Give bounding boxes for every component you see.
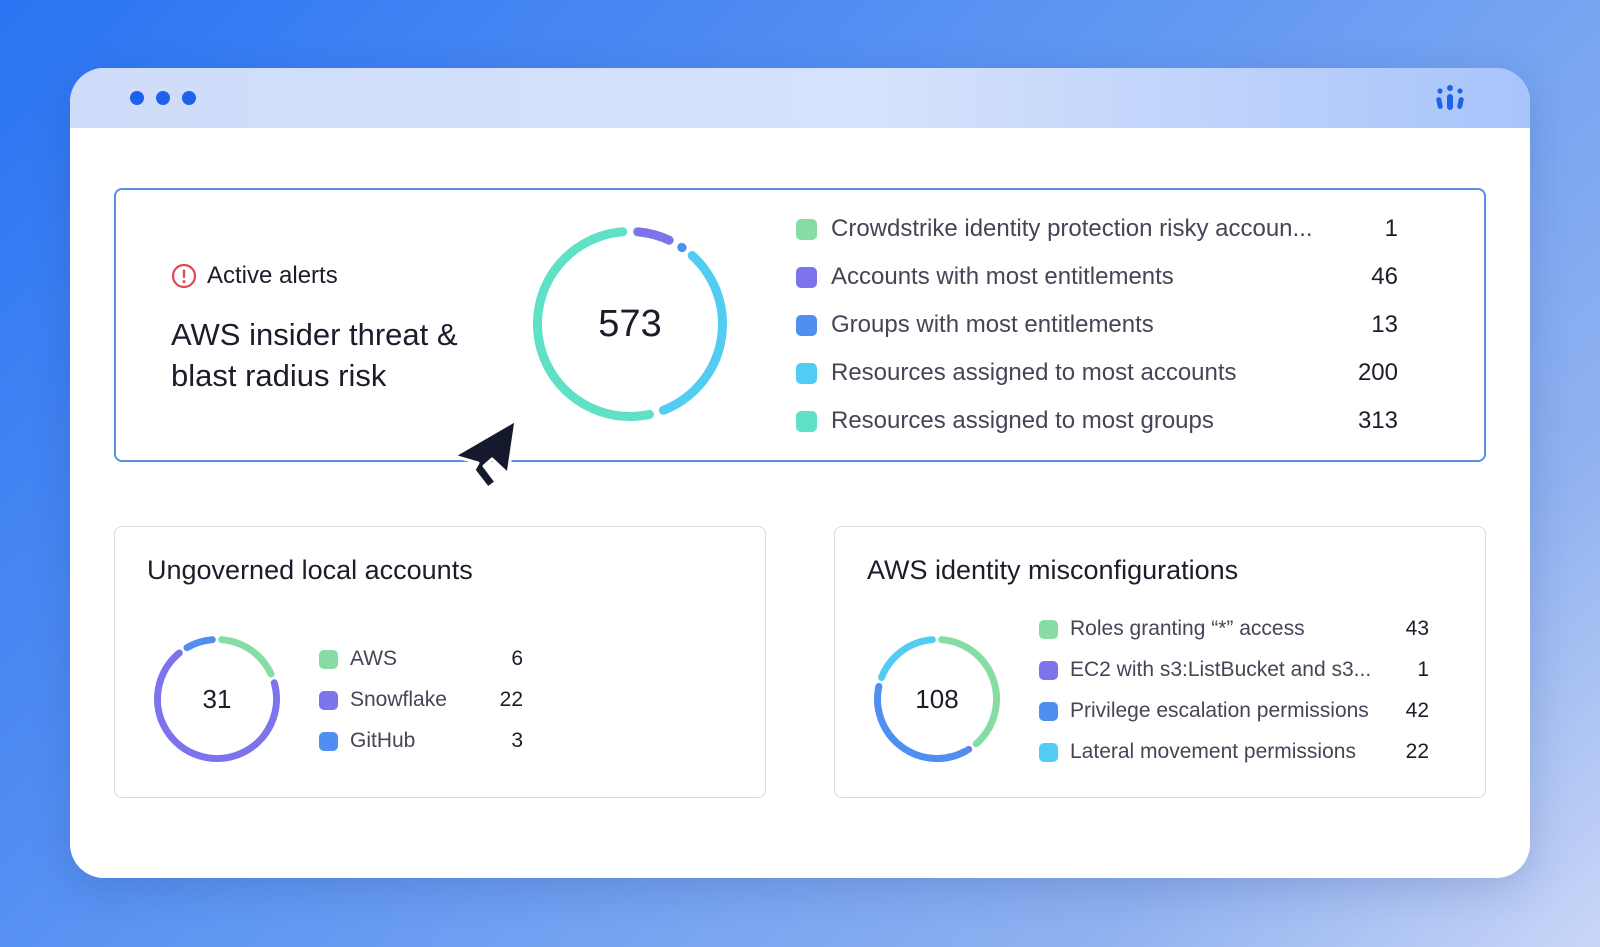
legend-item[interactable]: Roles granting “*” access 43 — [1039, 615, 1429, 643]
legend-swatch — [796, 362, 817, 384]
legend-swatch — [1039, 660, 1058, 680]
legend-value: 42 — [1405, 699, 1429, 722]
legend-item[interactable]: EC2 with s3:ListBucket and s3... 1 — [1039, 656, 1429, 684]
legend-item[interactable]: Lateral movement permissions 22 — [1039, 738, 1429, 766]
donut-total: 31 — [202, 683, 232, 714]
legend-value: 6 — [511, 647, 523, 670]
legend-swatch — [319, 649, 338, 669]
card-title: AWS identity misconfigurations — [867, 555, 1239, 585]
alerts-donut-chart: 573 — [532, 226, 728, 422]
card-title: AWS insider threat & blast radius risk — [171, 317, 458, 393]
legend-value: 22 — [499, 688, 523, 711]
legend-item[interactable]: Snowflake 22 — [319, 686, 523, 714]
legend-label: Groups with most entitlements — [831, 311, 1154, 338]
legend-swatch — [1039, 742, 1058, 762]
misconfig-legend: Roles granting “*” access 43 EC2 with s3:L… — [1039, 615, 1439, 775]
legend-swatch — [796, 266, 817, 288]
legend-label: Privilege escalation permissions — [1070, 699, 1369, 722]
window-dot-minimize[interactable] — [156, 91, 170, 105]
legend-label: Accounts with most entitlements — [831, 263, 1174, 290]
legend-value: 1 — [1384, 215, 1398, 242]
window-dot-maximize[interactable] — [182, 91, 196, 105]
legend-swatch — [1039, 701, 1058, 721]
legend-item[interactable]: Accounts with most entitlements 46 — [796, 260, 1398, 294]
legend-value: 3 — [511, 729, 523, 752]
legend-item[interactable]: AWS 6 — [319, 645, 523, 673]
legend-label: Lateral movement permissions — [1070, 740, 1356, 763]
ungoverned-accounts-card[interactable]: Ungoverned local accounts 31 AWS 6 Snowfla… — [114, 526, 766, 798]
legend-value: 1 — [1417, 658, 1429, 681]
legend-item[interactable]: Groups with most entitlements 13 — [796, 308, 1398, 342]
legend-swatch — [796, 314, 817, 336]
legend-value: 46 — [1371, 263, 1398, 290]
card-title: Ungoverned local accounts — [147, 555, 473, 585]
window-controls — [130, 91, 196, 105]
legend-label: Resources assigned to most groups — [831, 407, 1214, 434]
legend-value: 22 — [1405, 740, 1429, 763]
legend-value: 43 — [1405, 617, 1429, 640]
window-dot-close[interactable] — [130, 91, 144, 105]
title-bar — [70, 68, 1530, 128]
mouse-pointer-icon — [452, 418, 518, 490]
alert-badge-label: Active alerts — [207, 262, 338, 289]
donut-total: 108 — [915, 683, 959, 714]
legend-swatch — [796, 218, 817, 240]
ungoverned-legend: AWS 6 Snowflake 22 GitHub 3 — [319, 645, 529, 765]
ungoverned-donut-chart: 31 — [153, 635, 281, 763]
legend-label: Snowflake — [350, 688, 447, 711]
legend-value: 313 — [1357, 407, 1398, 434]
misconfig-donut-chart: 108 — [873, 635, 1001, 763]
legend-swatch — [796, 410, 817, 432]
legend-item[interactable]: GitHub 3 — [319, 727, 523, 755]
legend-item[interactable]: Crowdstrike identity protection risky ac… — [796, 212, 1398, 246]
legend-label: Crowdstrike identity protection risky ac… — [831, 215, 1313, 242]
alerts-legend: Crowdstrike identity protection risky ac… — [796, 212, 1426, 442]
legend-label: Resources assigned to most accounts — [831, 359, 1237, 386]
misconfigurations-card[interactable]: AWS identity misconfigurations 108 Roles… — [834, 526, 1486, 798]
legend-value: 200 — [1357, 359, 1398, 386]
active-alerts-card[interactable]: Active alerts AWS insider threat & blast… — [114, 188, 1486, 462]
legend-item[interactable]: Privilege escalation permissions 42 — [1039, 697, 1429, 725]
legend-label: GitHub — [350, 729, 416, 752]
legend-label: AWS — [350, 647, 398, 670]
legend-item[interactable]: Resources assigned to most accounts 200 — [796, 356, 1398, 390]
legend-label: EC2 with s3:ListBucket and s3... — [1070, 658, 1372, 681]
app-window: Active alerts AWS insider threat & blast… — [70, 68, 1530, 878]
alert-circle-icon — [171, 263, 197, 289]
legend-swatch — [1039, 619, 1058, 639]
legend-value: 13 — [1371, 311, 1398, 338]
legend-label: Roles granting “*” access — [1070, 617, 1305, 640]
legend-swatch — [319, 690, 338, 710]
app-logo-icon — [1436, 85, 1464, 110]
donut-total: 573 — [598, 302, 662, 345]
legend-swatch — [319, 731, 338, 751]
legend-item[interactable]: Resources assigned to most groups 313 — [796, 404, 1398, 438]
alert-badge: Active alerts — [171, 262, 338, 290]
